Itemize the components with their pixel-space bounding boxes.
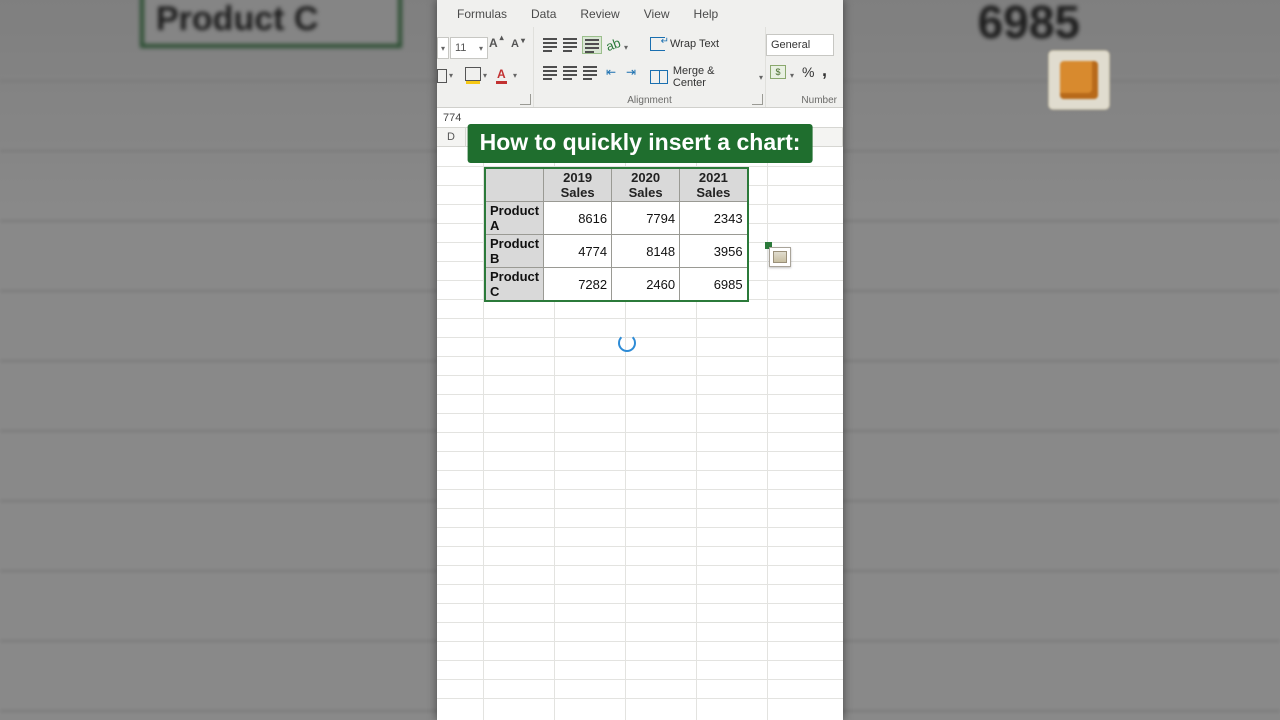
cell[interactable]: 6985	[680, 268, 748, 302]
border-dropdown[interactable]: ▾	[447, 67, 455, 83]
tab-formulas[interactable]: Formulas	[445, 7, 519, 21]
accounting-format-dropdown[interactable]: ▾	[788, 67, 796, 83]
ribbon-group-alignment: ab ▾ ⇤ ⇥ Wrap Text Merge & Center▾ Align…	[534, 27, 766, 107]
font-dialog-launcher[interactable]	[520, 94, 531, 105]
tab-help[interactable]: Help	[682, 7, 731, 21]
video-caption: How to quickly insert a chart:	[468, 124, 813, 163]
accounting-format-button[interactable]: $	[770, 65, 786, 79]
align-middle-button[interactable]	[562, 37, 578, 51]
cell[interactable]: 2343	[680, 202, 748, 235]
font-size-value: 11	[455, 42, 466, 54]
wrap-text-label: Wrap Text	[670, 38, 719, 50]
percent-format-button[interactable]: %	[802, 64, 814, 80]
col-header-2021[interactable]: 2021 Sales	[680, 168, 748, 202]
font-color-dropdown[interactable]: ▾	[511, 67, 519, 83]
alignment-dialog-launcher[interactable]	[752, 94, 763, 105]
busy-cursor-icon	[618, 334, 636, 352]
font-color-button[interactable]: A	[497, 67, 506, 81]
merge-center-label: Merge & Center	[673, 65, 750, 89]
fill-color-button[interactable]	[465, 67, 481, 81]
worksheet[interactable]: 2019 Sales 2020 Sales 2021 Sales Product…	[437, 147, 843, 720]
ribbon: ▾ 11▾ A A ▾ ▾ A ▾ ab ▾	[437, 27, 843, 108]
increase-font-size-button[interactable]: A	[489, 36, 498, 50]
align-right-button[interactable]	[582, 65, 598, 79]
cell[interactable]: 3956	[680, 235, 748, 268]
font-size-dropdown[interactable]: 11▾	[450, 37, 488, 59]
align-left-button[interactable]	[542, 65, 558, 79]
data-table[interactable]: 2019 Sales 2020 Sales 2021 Sales Product…	[484, 167, 749, 302]
cell[interactable]: 7282	[544, 268, 612, 302]
quick-analysis-icon	[773, 251, 787, 263]
row-header-c[interactable]: Product C	[485, 268, 544, 302]
row-header-a[interactable]: Product A	[485, 202, 544, 235]
increase-indent-button[interactable]: ⇥	[626, 65, 636, 79]
merge-center-button[interactable]: Merge & Center▾	[650, 65, 765, 89]
tab-review[interactable]: Review	[568, 7, 631, 21]
formula-bar-value: 774	[443, 112, 461, 124]
bg-quick-analysis-icon	[1048, 50, 1110, 110]
decrease-indent-button[interactable]: ⇤	[606, 65, 616, 79]
col-header-2020[interactable]: 2020 Sales	[612, 168, 680, 202]
number-group-label: Number	[766, 95, 843, 106]
cell[interactable]: 2460	[612, 268, 680, 302]
border-button[interactable]	[437, 67, 447, 85]
align-center-button[interactable]	[562, 65, 578, 79]
tab-view[interactable]: View	[632, 7, 682, 21]
tab-data[interactable]: Data	[519, 7, 568, 21]
row-header-b[interactable]: Product B	[485, 235, 544, 268]
cell[interactable]: 8616	[544, 202, 612, 235]
number-format-dropdown[interactable]: General	[766, 34, 834, 56]
cell[interactable]: 4774	[544, 235, 612, 268]
align-bottom-button[interactable]	[582, 36, 602, 54]
quick-analysis-button[interactable]	[769, 247, 791, 267]
excel-window: Formulas Data Review View Help ▾ 11▾ A A…	[437, 0, 843, 720]
ribbon-tabs: Formulas Data Review View Help	[437, 0, 843, 27]
fill-color-dropdown[interactable]: ▾	[481, 67, 489, 83]
table-row[interactable]: Product C 7282 2460 6985	[485, 268, 748, 302]
comma-format-button[interactable]: ,	[822, 60, 827, 81]
ribbon-group-font: ▾ 11▾ A A ▾ ▾ A ▾	[437, 27, 534, 107]
wrap-text-button[interactable]: Wrap Text	[650, 37, 719, 51]
alignment-group-label: Alignment	[534, 95, 765, 106]
ribbon-group-number: General $ ▾ % , Number	[766, 27, 843, 107]
decrease-font-size-button[interactable]: A	[511, 38, 519, 50]
col-header-d[interactable]: D	[437, 128, 466, 146]
table-corner-cell[interactable]	[485, 168, 544, 202]
orientation-button[interactable]: ab	[606, 37, 620, 52]
cell[interactable]: 7794	[612, 202, 680, 235]
cell[interactable]: 8148	[612, 235, 680, 268]
col-header-2019[interactable]: 2019 Sales	[544, 168, 612, 202]
orientation-dropdown[interactable]: ▾	[622, 39, 630, 55]
align-top-button[interactable]	[542, 37, 558, 51]
table-row[interactable]: Product B 4774 8148 3956	[485, 235, 748, 268]
font-family-dropdown[interactable]: ▾	[437, 37, 449, 59]
table-row[interactable]: Product A 8616 7794 2343	[485, 202, 748, 235]
